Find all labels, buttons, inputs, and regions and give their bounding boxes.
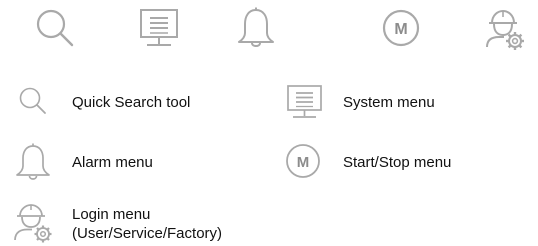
search-icon[interactable] xyxy=(34,7,78,51)
legend-login-menu-label: Login menu (User/Service/Factory) xyxy=(72,205,222,243)
m-glyph: M xyxy=(394,21,407,38)
legend-m-glyph: M xyxy=(297,154,310,171)
alarm-bell-icon[interactable] xyxy=(235,6,277,50)
legend-start-stop-menu-label: Start/Stop menu xyxy=(343,154,452,171)
legend-login-menu-line2: (User/Service/Factory) xyxy=(72,225,223,242)
system-menu-icon[interactable] xyxy=(137,8,183,50)
legend-system-menu-icon xyxy=(284,84,326,122)
legend-login-user-gear-icon xyxy=(12,200,58,246)
start-stop-m-icon[interactable]: M xyxy=(380,7,424,51)
legend-search-icon xyxy=(18,86,48,116)
legend-login-menu-line1: Login menu xyxy=(72,206,151,223)
legend-alarm-menu-label: Alarm menu xyxy=(72,154,153,171)
legend-quick-search-label: Quick Search tool xyxy=(72,94,191,111)
legend-system-menu-label: System menu xyxy=(343,94,435,111)
login-user-gear-icon[interactable] xyxy=(484,6,530,52)
legend-start-stop-m-icon: M xyxy=(284,142,324,182)
legend-alarm-bell-icon xyxy=(14,142,52,182)
